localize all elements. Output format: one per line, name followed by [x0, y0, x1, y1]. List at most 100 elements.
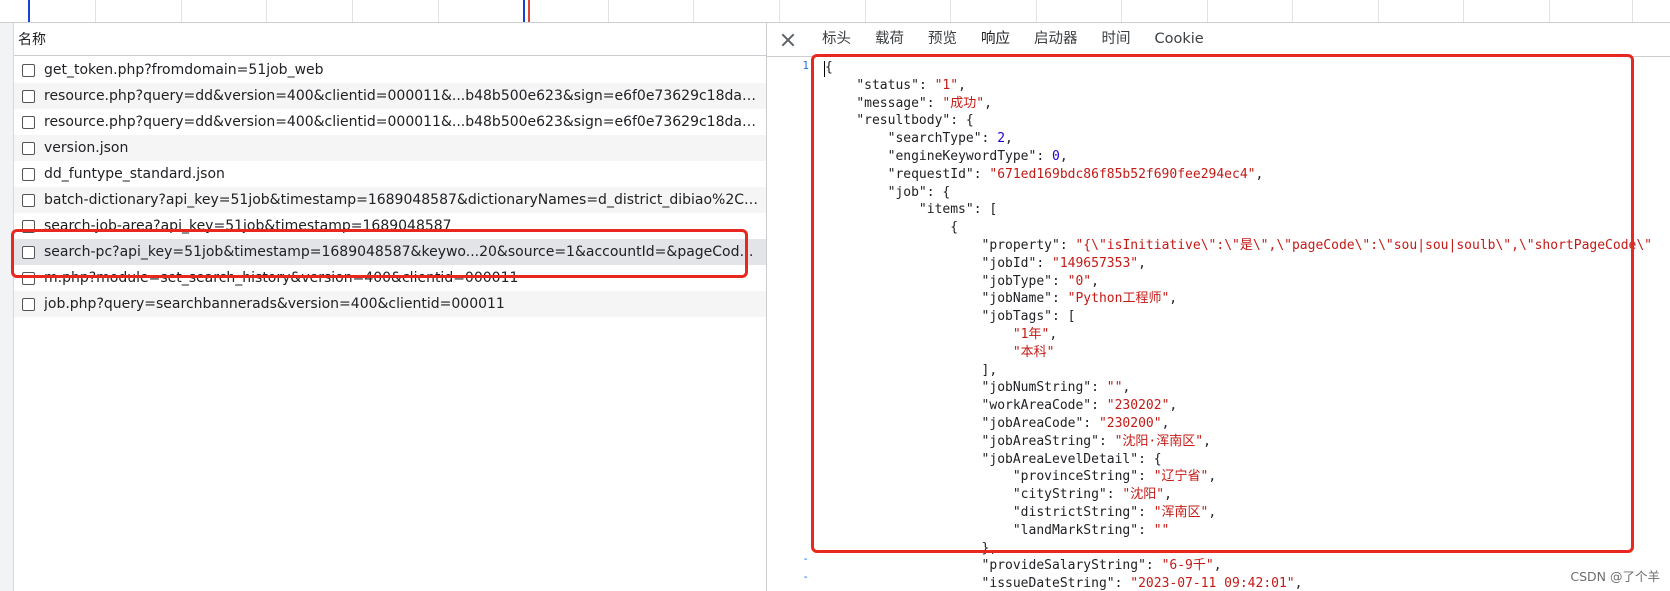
json-key: "cityString" — [1012, 487, 1107, 503]
request-checkbox[interactable] — [22, 193, 35, 207]
request-row[interactable]: resource.php?query=dd&version=400&client… — [14, 83, 766, 109]
timeline-gridline — [693, 0, 694, 22]
request-row[interactable]: version.json — [14, 135, 766, 161]
json-punct: , — [1255, 166, 1264, 182]
json-punct: : [ — [1052, 309, 1076, 325]
timeline-gridline — [352, 0, 353, 22]
json-string: "浑南区" — [1153, 504, 1209, 520]
json-punct: : — [1138, 522, 1154, 538]
dom-content-loaded-marker — [523, 0, 525, 22]
code-line: "jobNumString": "", — [825, 379, 1652, 397]
code-line: "workAreaCode": "230202", — [825, 397, 1652, 415]
json-key: "engineKeywordType" — [887, 148, 1037, 164]
json-string: "1年" — [1012, 326, 1050, 342]
json-key: "provideSalaryString" — [981, 558, 1146, 574]
json-key: "job" — [887, 184, 927, 200]
json-punct: , — [1169, 398, 1178, 414]
code-line: "districtString": "浑南区", — [825, 504, 1652, 522]
request-name: resource.php?query=dd&version=400&client… — [44, 114, 766, 130]
request-checkbox[interactable] — [22, 141, 35, 155]
json-string: "{\"isInitiative\":\"是\",\"pageCode\":\"… — [1075, 237, 1653, 253]
code-line: ], — [825, 362, 1652, 380]
request-row[interactable]: resource.php?query=dd&version=400&client… — [14, 109, 766, 135]
json-punct — [825, 113, 856, 128]
json-punct: : — [1083, 415, 1099, 431]
json-string: "2023-07-11 09:42:01" — [1130, 576, 1295, 591]
json-punct — [825, 202, 919, 217]
request-name: search-job-area?api_key=51job&timestamp=… — [44, 218, 452, 234]
watermark: CSDN @了个羊 — [1570, 569, 1660, 584]
json-punct — [825, 291, 982, 306]
tab-2[interactable]: 预览 — [916, 23, 969, 56]
request-checkbox[interactable] — [22, 219, 35, 233]
json-punct: : { — [950, 113, 974, 129]
timeline-gridline — [1463, 0, 1464, 22]
code-line: "jobAreaString": "沈阳·浑南区", — [825, 433, 1652, 451]
network-timeline-overview[interactable] — [0, 0, 1670, 23]
json-string: "本科" — [1012, 344, 1055, 360]
json-punct: : — [1052, 273, 1068, 289]
tab-6[interactable]: Cookie — [1143, 23, 1216, 56]
tab-4[interactable]: 启动器 — [1022, 23, 1090, 56]
code-line: "1年", — [825, 326, 1652, 344]
request-row[interactable]: batch-dictionary?api_key=51job&timestamp… — [14, 187, 766, 213]
request-checkbox[interactable] — [22, 297, 35, 311]
json-punct: : — [1098, 433, 1115, 449]
json-punct — [825, 487, 1013, 502]
json-key: "items" — [918, 202, 974, 218]
code-line: "landMarkString": "" — [825, 522, 1652, 540]
json-punct — [825, 149, 888, 164]
request-row[interactable]: search-job-area?api_key=51job&timestamp=… — [14, 213, 766, 239]
json-punct: : — [1138, 504, 1154, 520]
json-punct: , — [1208, 504, 1217, 520]
fold-marker[interactable]: - — [802, 552, 809, 565]
response-viewer[interactable]: 1 - - { "status": "1", "message": "成功", … — [767, 57, 1670, 591]
json-string: "149657353" — [1052, 255, 1139, 271]
json-punct: : — [1052, 291, 1068, 307]
request-row[interactable]: get_token.php?fromdomain=51job_web — [14, 57, 766, 83]
json-punct — [825, 416, 982, 431]
code-line: "本科" — [825, 344, 1652, 362]
json-punct — [825, 131, 888, 146]
json-punct — [825, 78, 856, 93]
line-number-gutter: 1 - - — [767, 57, 815, 591]
code-line: "jobAreaCode": "230200", — [825, 415, 1652, 433]
code-line: "issueDateString": "2023-07-11 09:42:01"… — [825, 575, 1652, 591]
json-punct: : — [1091, 398, 1107, 414]
json-string: "230202" — [1106, 398, 1170, 414]
request-checkbox[interactable] — [22, 271, 35, 285]
code-line: "jobName": "Python工程师", — [825, 290, 1652, 308]
request-row[interactable]: m.php?module=set_search_history&version=… — [14, 265, 766, 291]
json-key: "jobName" — [981, 291, 1052, 307]
json-punct: , — [1164, 487, 1172, 503]
json-string: "" — [1106, 380, 1123, 396]
request-checkbox[interactable] — [22, 63, 35, 77]
json-string: "671ed169bdc86f85b52f690fee294ec4" — [989, 166, 1256, 182]
request-checkbox[interactable] — [22, 115, 35, 129]
tab-5[interactable]: 时间 — [1090, 23, 1143, 56]
json-punct: : — [1138, 469, 1154, 485]
code-line: "jobId": "149657353", — [825, 255, 1652, 273]
json-punct — [825, 167, 888, 182]
request-checkbox[interactable] — [22, 245, 35, 259]
tab-3[interactable]: 响应 — [969, 23, 1022, 56]
name-column-label: 名称 — [18, 32, 46, 48]
code-line: "items": [ — [825, 201, 1652, 219]
name-column-header[interactable]: 名称 — [14, 23, 766, 56]
request-checkbox[interactable] — [22, 89, 35, 103]
code-line: "property": "{\"isInitiative\":\"是\",\"p… — [825, 237, 1652, 255]
request-row[interactable]: dd_funtype_standard.json — [14, 161, 766, 187]
request-row[interactable]: search-pc?api_key=51job&timestamp=168904… — [14, 239, 766, 265]
json-string: "沈阳" — [1122, 487, 1165, 503]
request-name: get_token.php?fromdomain=51job_web — [44, 62, 324, 78]
fold-marker[interactable]: - — [802, 570, 809, 583]
request-row[interactable]: job.php?query=searchbannerads&version=40… — [14, 291, 766, 317]
close-icon[interactable] — [780, 32, 796, 48]
request-list-panel: 名称 get_token.php?fromdomain=51job_webres… — [0, 23, 766, 591]
response-json-body[interactable]: { "status": "1", "message": "成功", "resul… — [825, 59, 1652, 591]
tab-1[interactable]: 载荷 — [863, 23, 916, 56]
tab-0[interactable]: 标头 — [810, 23, 863, 56]
json-key: "jobType" — [981, 273, 1052, 289]
request-checkbox[interactable] — [22, 167, 35, 181]
code-line: "provideSalaryString": "6-9千", — [825, 557, 1652, 575]
